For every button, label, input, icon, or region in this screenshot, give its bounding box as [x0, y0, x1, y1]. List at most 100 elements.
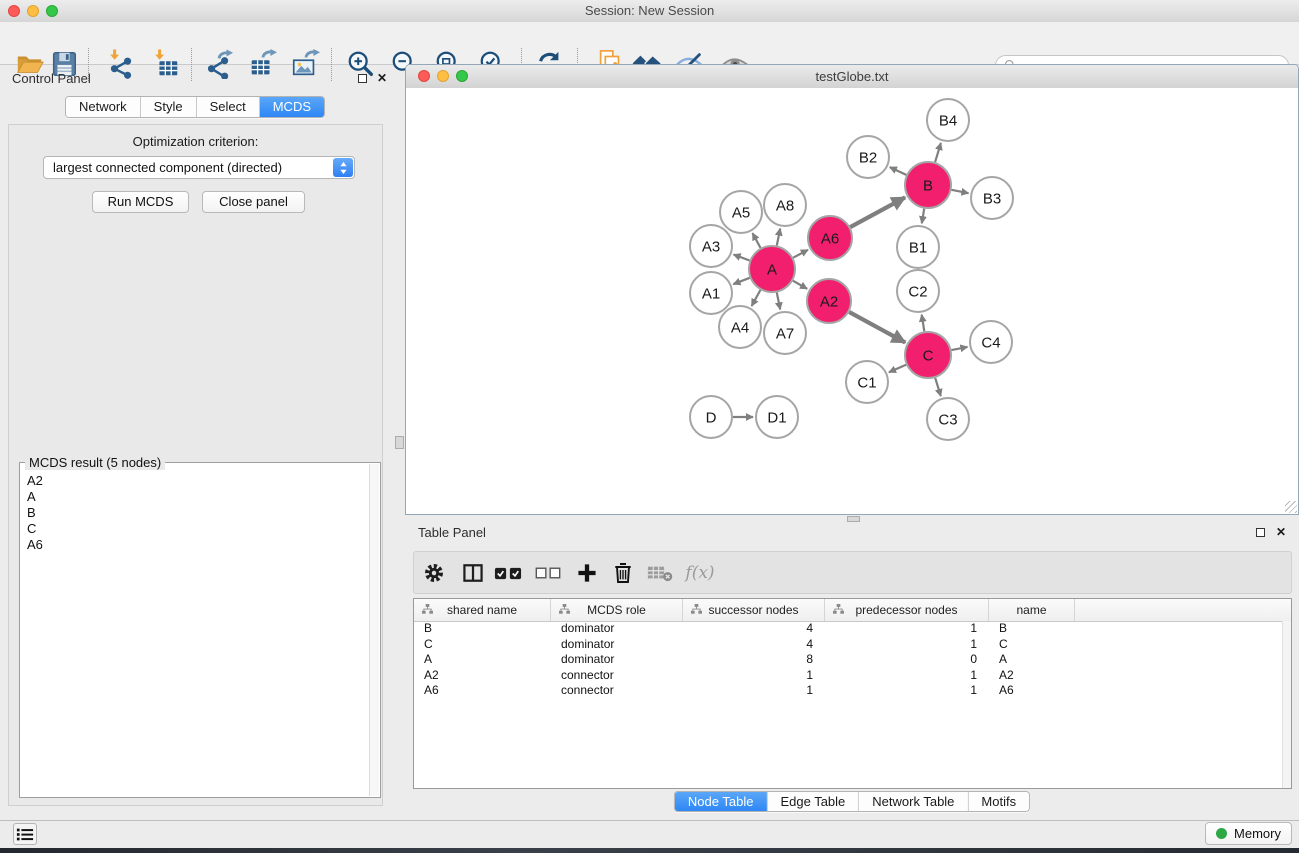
show-columns-button[interactable] [459, 559, 487, 587]
column-header-name[interactable]: name [989, 599, 1075, 621]
table-cell: B [414, 621, 551, 637]
node-label-C3: C3 [938, 412, 957, 429]
node-label-B4: B4 [939, 113, 957, 130]
table-panel-close-button[interactable]: ✕ [1276, 525, 1286, 539]
table-row[interactable]: Cdominator41C [414, 637, 1283, 653]
optimization-criterion-label: Optimization criterion: [8, 134, 383, 149]
memory-button[interactable]: Memory [1205, 822, 1292, 845]
select-all-columns-button[interactable] [494, 559, 522, 587]
edge-C-C2[interactable] [922, 315, 925, 332]
mcds-result-item[interactable]: A6 [22, 537, 369, 553]
node-label-D: D [706, 410, 717, 427]
column-header-shared-name[interactable]: shared name [414, 599, 551, 621]
edge-A-A5[interactable] [753, 233, 761, 248]
table-cell: A6 [989, 683, 1075, 699]
table-panel-float-button[interactable] [1256, 526, 1265, 540]
horizontal-split-handle[interactable] [847, 516, 860, 522]
export-image-icon [290, 49, 320, 79]
edge-C-C3[interactable] [935, 378, 941, 396]
node-label-A1: A1 [702, 286, 720, 303]
table-scrollbar[interactable] [1282, 621, 1291, 788]
column-header-successor-nodes[interactable]: successor nodes [683, 599, 825, 621]
function-builder-button[interactable]: f(x) [686, 559, 714, 587]
mcds-result-title: MCDS result (5 nodes) [25, 455, 165, 470]
control-panel-float-button[interactable] [358, 72, 367, 86]
delete-column-button[interactable] [609, 559, 637, 587]
tab-node-table[interactable]: Node Table [675, 792, 768, 811]
column-header-predecessor-nodes[interactable]: predecessor nodes [825, 599, 989, 621]
create-column-button[interactable] [573, 559, 601, 587]
mcds-result-scrollbar[interactable] [369, 464, 379, 796]
tab-style[interactable]: Style [141, 97, 197, 117]
import-network-button[interactable] [106, 49, 136, 79]
edge-A-A8[interactable] [777, 229, 780, 246]
panel-menu-button[interactable] [13, 823, 37, 845]
tab-mcds[interactable]: MCDS [260, 97, 324, 117]
edge-A6-B[interactable] [850, 197, 905, 227]
column-header-mcds-role[interactable]: MCDS role [551, 599, 683, 621]
mcds-result-item[interactable]: A [22, 489, 369, 505]
edge-B-B4[interactable] [935, 143, 941, 162]
export-network-icon [204, 49, 234, 79]
export-table-button[interactable] [247, 49, 277, 79]
node-table: shared name MCDS role successor nodesprede… [413, 598, 1292, 789]
tab-motifs[interactable]: Motifs [968, 792, 1029, 811]
edge-A-A3[interactable] [734, 255, 750, 261]
node-label-B3: B3 [983, 191, 1001, 208]
import-table-button[interactable] [151, 49, 181, 79]
mcds-result-item[interactable]: B [22, 505, 369, 521]
optimization-criterion-select[interactable]: largest connected component (directed) [43, 156, 355, 179]
table-row[interactable]: A2connector11A2 [414, 668, 1283, 684]
edge-A-A4[interactable] [752, 290, 761, 306]
edge-A-A1[interactable] [733, 278, 749, 284]
edge-A-A7[interactable] [777, 293, 780, 310]
delete-table-button[interactable] [646, 559, 674, 587]
close-panel-button[interactable]: Close panel [202, 191, 305, 213]
table-body: Bdominator41BCdominator41CAdominator80AA… [414, 621, 1283, 788]
column-type-icon [559, 604, 570, 618]
tab-select[interactable]: Select [197, 97, 260, 117]
mcds-result-item[interactable]: C [22, 521, 369, 537]
delete-table-icon [647, 563, 674, 583]
node-label-A4: A4 [731, 320, 749, 337]
application-window: Session: New Session [0, 0, 1299, 853]
table-cell: connector [551, 683, 683, 699]
edge-A-A6[interactable] [793, 250, 808, 258]
edge-C-C1[interactable] [889, 365, 906, 373]
table-row[interactable]: A6connector11A6 [414, 683, 1283, 699]
table-cell: dominator [551, 652, 683, 668]
network-canvas[interactable]: B4B2BB3A8A5A6A3B1AC2A1A2A4A7C4CC1DD1C3 [406, 88, 1298, 514]
deselect-all-columns-button[interactable] [534, 559, 562, 587]
toolbar-separator [331, 48, 332, 81]
window-resize-grip[interactable] [1285, 501, 1297, 513]
table-cell: connector [551, 668, 683, 684]
edge-B-B2[interactable] [890, 167, 907, 175]
tab-network[interactable]: Network [66, 97, 141, 117]
edge-C-C4[interactable] [952, 347, 968, 350]
table-header-row: shared name MCDS role successor nodesprede… [414, 599, 1291, 622]
edge-B-B3[interactable] [952, 190, 969, 193]
tab-network-table[interactable]: Network Table [859, 792, 968, 811]
mcds-result-item[interactable]: A2 [22, 473, 369, 489]
network-graph: B4B2BB3A8A5A6A3B1AC2A1A2A4A7C4CC1DD1C3 [406, 88, 1298, 514]
table-row[interactable]: Bdominator41B [414, 621, 1283, 637]
table-cell: C [414, 637, 551, 653]
checked-boxes-icon [494, 566, 522, 581]
edge-A2-C[interactable] [849, 312, 905, 343]
edge-B-B1[interactable] [922, 209, 924, 224]
vertical-split-handle[interactable] [395, 436, 404, 449]
export-network-button[interactable] [204, 49, 234, 79]
column-header-label: MCDS role [587, 603, 646, 617]
run-mcds-button[interactable]: Run MCDS [92, 191, 189, 213]
float-icon [358, 74, 367, 83]
network-window-title: testGlobe.txt [406, 65, 1298, 88]
table-panel-title: Table Panel [418, 525, 486, 540]
table-settings-button[interactable] [420, 559, 448, 587]
export-image-button[interactable] [290, 49, 320, 79]
control-panel-close-button[interactable]: ✕ [377, 71, 387, 85]
network-window-titlebar[interactable]: testGlobe.txt [406, 65, 1298, 89]
column-type-icon [691, 604, 702, 618]
edge-A-A2[interactable] [793, 281, 807, 289]
tab-edge-table[interactable]: Edge Table [767, 792, 859, 811]
table-row[interactable]: Adominator80A [414, 652, 1283, 668]
